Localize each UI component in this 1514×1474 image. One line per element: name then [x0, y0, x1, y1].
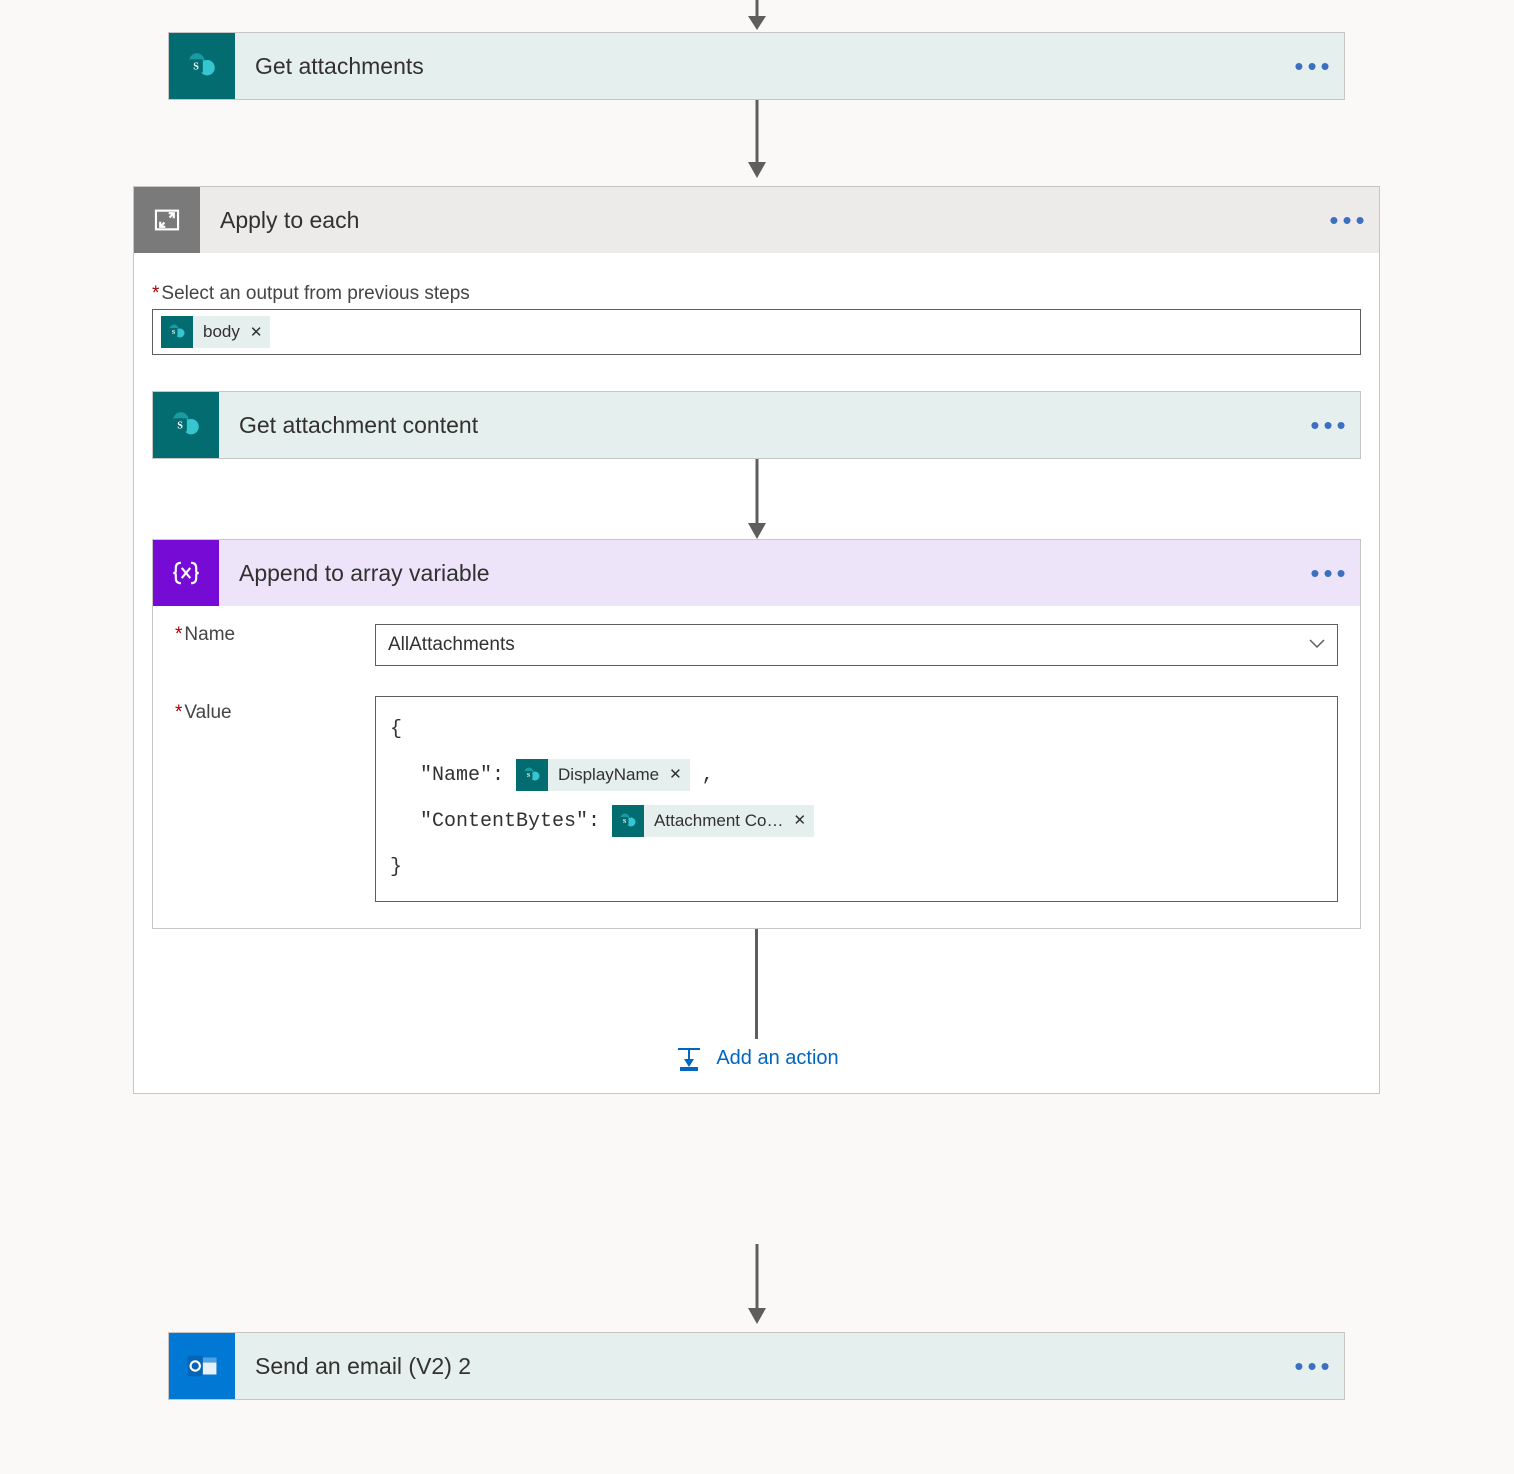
value-label: *Value: [175, 696, 375, 724]
arrow-down-icon: [742, 0, 772, 30]
more-menu-icon[interactable]: •••: [1319, 205, 1379, 236]
token-label: body: [203, 322, 240, 342]
json-contentbytes-key: "ContentBytes":: [420, 810, 600, 833]
step-apply-to-each[interactable]: Apply to each ••• *Select an output from…: [133, 186, 1380, 1094]
more-menu-icon[interactable]: •••: [1300, 410, 1360, 441]
sharepoint-icon: S: [612, 805, 644, 837]
sharepoint-icon: S: [516, 759, 548, 791]
required-asterisk: *: [152, 283, 159, 304]
step-title: Send an email (V2) 2: [235, 1353, 1284, 1380]
more-menu-icon[interactable]: •••: [1284, 51, 1344, 82]
token-remove[interactable]: ✕: [250, 323, 263, 341]
insert-step-icon: [674, 1043, 704, 1073]
svg-text:S: S: [177, 420, 183, 431]
sharepoint-icon: S: [153, 392, 219, 458]
arrow-down-icon: [742, 100, 772, 178]
variable-icon: [153, 540, 219, 606]
token-displayname[interactable]: S DisplayName ✕: [516, 759, 690, 791]
token-remove[interactable]: ✕: [669, 752, 682, 798]
name-label: *Name: [175, 624, 375, 666]
connector-line: [755, 929, 758, 1039]
token-label: Attachment Co…: [654, 798, 783, 844]
chevron-down-icon: [1309, 636, 1325, 654]
token-label: DisplayName: [558, 752, 659, 798]
more-menu-icon[interactable]: •••: [1300, 558, 1360, 589]
more-menu-icon[interactable]: •••: [1284, 1351, 1344, 1382]
json-open: {: [390, 707, 1323, 753]
sharepoint-icon: S: [161, 316, 193, 348]
value-field[interactable]: { "Name": S DisplayName ✕ ,: [375, 696, 1338, 902]
token-remove[interactable]: ✕: [794, 798, 807, 844]
outlook-icon: [169, 1333, 235, 1399]
step-send-email[interactable]: Send an email (V2) 2 •••: [168, 1332, 1345, 1400]
step-title: Get attachments: [235, 53, 1284, 80]
step-title: Apply to each: [200, 207, 1319, 234]
select-output-field[interactable]: S body ✕: [152, 309, 1361, 355]
step-get-attachment-content[interactable]: S Get attachment content •••: [152, 391, 1361, 459]
json-close: }: [390, 845, 1323, 891]
sharepoint-icon: S: [169, 33, 235, 99]
json-comma: ,: [702, 764, 714, 787]
step-get-attachments[interactable]: S Get attachments •••: [168, 32, 1345, 100]
step-title: Get attachment content: [219, 412, 1300, 439]
token-attachment-content[interactable]: S Attachment Co… ✕: [612, 805, 814, 837]
name-select[interactable]: AllAttachments: [375, 624, 1338, 666]
token-body[interactable]: S body ✕: [161, 316, 270, 348]
arrow-down-icon: [742, 459, 772, 539]
add-action-button[interactable]: Add an action: [152, 1043, 1361, 1073]
step-append-to-array[interactable]: Append to array variable ••• *Name AllAt…: [152, 539, 1361, 929]
json-name-key: "Name":: [420, 764, 504, 787]
arrow-down-icon: [742, 1244, 772, 1324]
select-output-label: *Select an output from previous steps: [152, 283, 1361, 305]
foreach-icon: [134, 187, 200, 253]
svg-text:S: S: [193, 61, 199, 72]
step-title: Append to array variable: [219, 560, 1300, 587]
add-action-label: Add an action: [716, 1047, 838, 1070]
name-value: AllAttachments: [388, 634, 515, 656]
